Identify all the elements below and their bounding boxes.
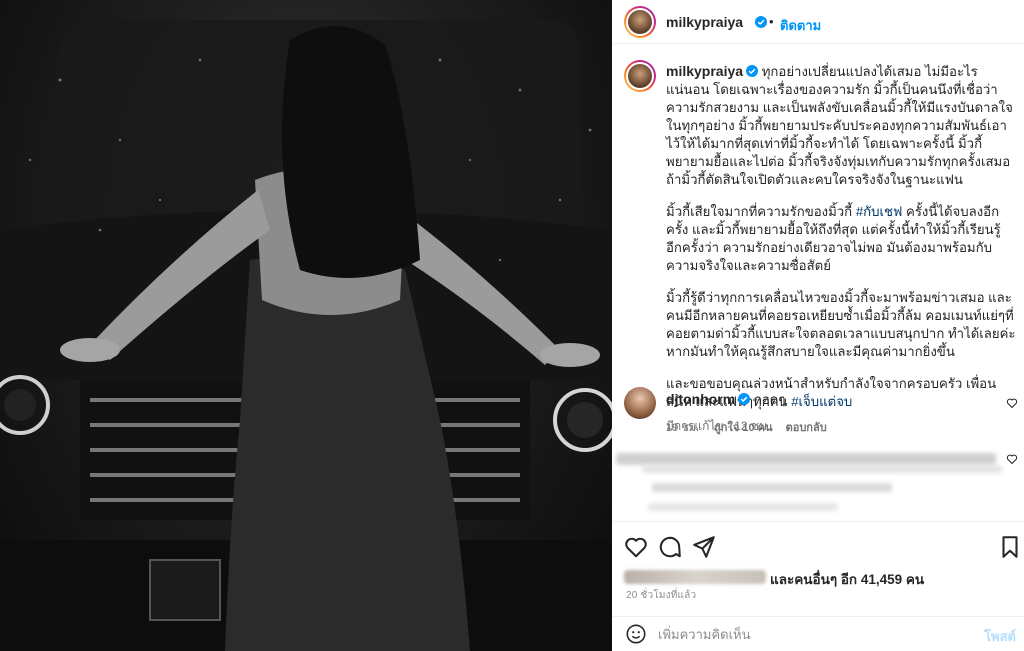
reply-button[interactable]: ตอบกลับ xyxy=(786,422,827,434)
heart-icon[interactable] xyxy=(623,534,649,560)
paper-plane-icon[interactable] xyxy=(691,534,717,560)
avatar[interactable] xyxy=(624,6,656,38)
caption-text-p2a: มิ้วกี้เสียใจมากที่ความรักของมิ้วกี้ xyxy=(666,204,856,219)
header-dot: • xyxy=(769,14,774,29)
follow-button[interactable]: ติดตาม xyxy=(780,15,821,36)
comment-input[interactable] xyxy=(658,623,958,645)
caption-avatar[interactable] xyxy=(624,60,656,92)
comments-section: milkypraiya ทุกอย่างเปลี่ยนแปลงได้เสมอ ไ… xyxy=(612,45,1024,521)
photo-illustration xyxy=(0,20,612,651)
add-comment-bar: โพสต์ xyxy=(612,616,1024,651)
post-comment-button[interactable]: โพสต์ xyxy=(984,626,1016,647)
caption-username[interactable]: milkypraiya xyxy=(666,63,743,79)
comment-heart-icon[interactable] xyxy=(1006,453,1018,465)
header-username[interactable]: milkypraiya xyxy=(666,14,743,30)
verified-badge-icon xyxy=(746,65,759,77)
comment-icon[interactable] xyxy=(657,534,683,560)
hashtag-link[interactable]: #กับเชฟ xyxy=(856,204,903,219)
comment-meta: 19 ชม. ถูกใจ 10 คน ตอบกลับ xyxy=(666,418,996,436)
bookmark-icon[interactable] xyxy=(997,534,1023,560)
verified-badge-icon xyxy=(738,393,751,405)
caption-block: milkypraiya ทุกอย่างเปลี่ยนแปลงได้เสมอ ไ… xyxy=(666,62,1016,436)
post-time-ago: 20 ชั่วโมงที่แล้ว xyxy=(626,590,697,601)
post-photo[interactable] xyxy=(0,0,612,651)
post-header: milkypraiya • ติดตาม xyxy=(612,0,1024,44)
likes-count[interactable]: และคนอื่นๆ อีก 41,459 คน xyxy=(770,568,924,590)
caption-paragraph-2: มิ้วกี้เสียใจมากที่ความรักของมิ้วกี้ #กั… xyxy=(666,203,1016,275)
comment-time: 19 ชม. xyxy=(666,422,700,434)
post-side-panel: milkypraiya • ติดตาม milkypraiya ทุกอย่า… xyxy=(612,0,1024,651)
comment-text: กอดๆ xyxy=(753,392,786,407)
caption-text-p1: ทุกอย่างเปลี่ยนแปลงได้เสมอ ไม่มีอะไรแน่น… xyxy=(666,64,1014,187)
smiley-icon[interactable] xyxy=(625,623,647,645)
liked-by-avatars[interactable] xyxy=(624,570,766,584)
comment-heart-icon[interactable] xyxy=(1006,397,1018,409)
caption-paragraph-3: มิ้วกี้รู้ดีว่าทุกการเคลื่อนไหวของมิ้วกี… xyxy=(666,290,1020,359)
comment-avatar[interactable] xyxy=(624,387,656,419)
comment-line: djtonhorm กอดๆ xyxy=(666,389,996,410)
caption-paragraph-1: milkypraiya ทุกอย่างเปลี่ยนแปลงได้เสมอ ไ… xyxy=(666,62,1016,189)
comment-likes-count[interactable]: ถูกใจ 10 คน xyxy=(714,422,772,434)
verified-badge-icon xyxy=(755,16,767,28)
comment-item: djtonhorm กอดๆ 19 ชม. ถูกใจ 10 คน ตอบกลั… xyxy=(666,389,996,436)
comment-username[interactable]: djtonhorm xyxy=(666,391,735,407)
